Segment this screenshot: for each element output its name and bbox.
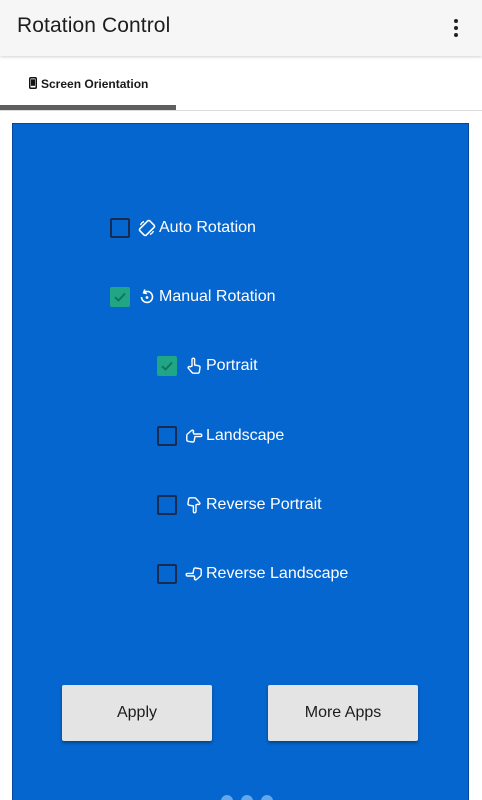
option-landscape[interactable]: Landscape <box>157 424 284 448</box>
phone-icon <box>29 76 37 94</box>
app-title: Rotation Control <box>17 14 171 37</box>
overflow-menu-button[interactable] <box>440 12 472 44</box>
tab-label: Screen Orientation <box>41 77 149 91</box>
tab-indicator <box>0 105 176 110</box>
hand-point-up-icon <box>185 357 203 375</box>
tab-screen-orientation[interactable]: Screen Orientation <box>0 56 176 110</box>
screen-rotation-icon <box>138 219 156 237</box>
portrait-checkbox[interactable] <box>157 356 177 376</box>
reverse-landscape-checkbox[interactable] <box>157 564 177 584</box>
reverse-portrait-label: Reverse Portrait <box>206 496 322 513</box>
auto-rotation-label: Auto Rotation <box>159 219 256 236</box>
option-auto-rotation[interactable]: Auto Rotation <box>110 216 256 240</box>
apply-button[interactable]: Apply <box>62 685 212 741</box>
option-portrait[interactable]: Portrait <box>157 354 258 378</box>
option-manual-rotation[interactable]: Manual Rotation <box>110 285 276 309</box>
loading-dot <box>241 795 253 800</box>
loading-indicator <box>221 795 273 800</box>
landscape-checkbox[interactable] <box>157 426 177 446</box>
loading-dot <box>261 795 273 800</box>
option-reverse-portrait[interactable]: Reverse Portrait <box>157 493 322 517</box>
portrait-label: Portrait <box>206 357 258 374</box>
orientation-panel: Auto Rotation Manual Rotation Portrait L… <box>12 123 469 800</box>
hand-point-down-icon <box>185 496 203 514</box>
tab-bar: Screen Orientation <box>0 56 482 111</box>
app-toolbar: Rotation Control <box>0 0 482 56</box>
auto-rotation-checkbox[interactable] <box>110 218 130 238</box>
loading-dot <box>221 795 233 800</box>
manual-rotation-icon <box>138 288 156 306</box>
landscape-label: Landscape <box>206 427 285 444</box>
manual-rotation-label: Manual Rotation <box>159 288 276 305</box>
reverse-landscape-label: Reverse Landscape <box>206 565 349 582</box>
hand-point-right-icon <box>185 427 203 445</box>
app-root: Rotation Control Screen Orientation Auto… <box>0 0 482 800</box>
reverse-portrait-checkbox[interactable] <box>157 495 177 515</box>
hand-point-left-icon <box>185 565 203 583</box>
more-apps-button[interactable]: More Apps <box>268 685 418 741</box>
manual-rotation-checkbox[interactable] <box>110 287 130 307</box>
option-reverse-landscape[interactable]: Reverse Landscape <box>157 562 348 586</box>
more-vert-icon <box>454 19 458 37</box>
